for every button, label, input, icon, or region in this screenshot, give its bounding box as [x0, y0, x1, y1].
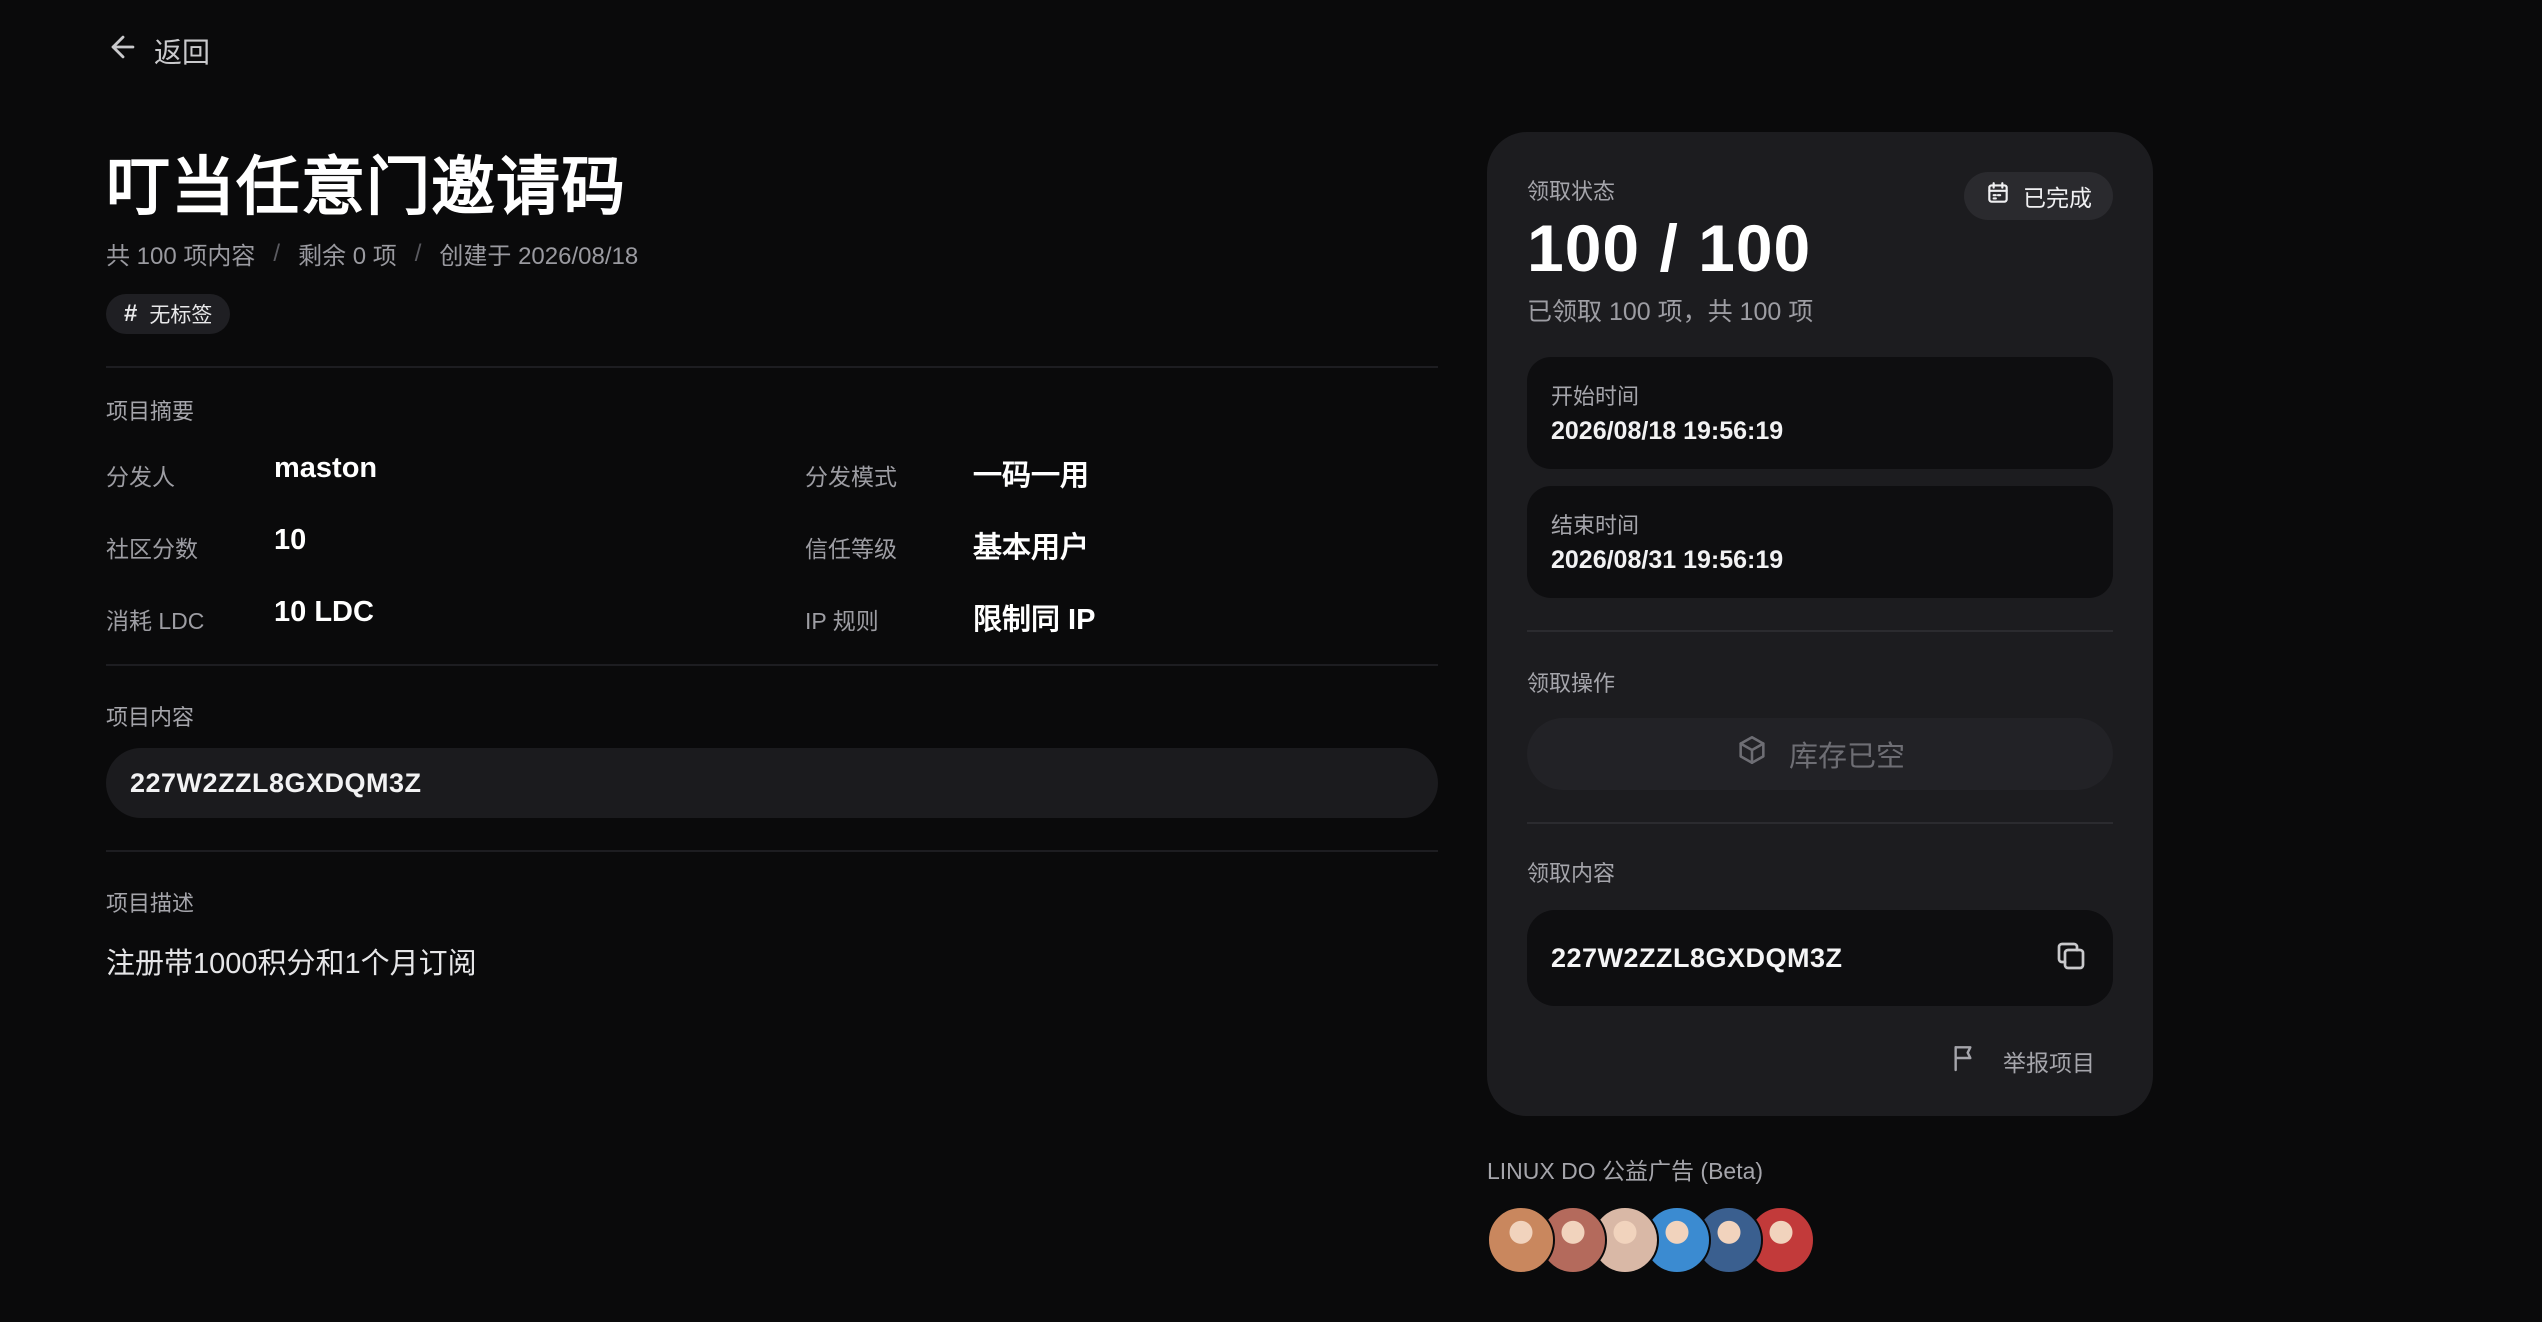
claim-panel: 领取状态 已完成 100 / 100 已领取 100 项，共 100 项 开始时…	[1487, 132, 2153, 1116]
claim-code: 227W2ZZL8GXDQM3Z	[1551, 942, 1843, 973]
summary-label-ip: IP 规则	[805, 608, 879, 634]
summary-label-mode: 分发模式	[805, 464, 897, 490]
arrow-left-icon	[106, 30, 140, 71]
project-content-field[interactable]: 227W2ZZL8GXDQM3Z	[106, 748, 1438, 818]
status-badge: 已完成	[1964, 172, 2113, 220]
end-time-value: 2026/08/31 19:56:19	[1551, 546, 1784, 574]
status-badge-label: 已完成	[2023, 185, 2092, 211]
flag-icon	[1949, 1042, 1981, 1080]
divider	[1527, 822, 2113, 824]
avatar[interactable]	[1487, 1206, 1555, 1274]
out-of-stock-button[interactable]: 库存已空	[1527, 718, 2113, 790]
divider	[1527, 630, 2113, 632]
summary-value-ldc: 10 LDC	[274, 596, 374, 628]
summary-value-distributor: maston	[274, 452, 378, 484]
start-time-value: 2026/08/18 19:56:19	[1551, 417, 1784, 445]
meta-remaining: 剩余 0 项	[298, 243, 397, 270]
meta-separator: /	[414, 239, 422, 267]
start-time-label: 开始时间	[1551, 384, 1640, 409]
action-label: 领取操作	[1527, 671, 1616, 696]
divider	[106, 850, 1438, 852]
divider	[106, 366, 1438, 368]
claim-count-sub: 已领取 100 项，共 100 项	[1527, 298, 1814, 326]
summary-value-score: 10	[274, 524, 307, 556]
summary-value-trust: 基本用户	[973, 532, 1090, 564]
report-button[interactable]: 举报项目	[1949, 1042, 2095, 1080]
project-content-value: 227W2ZZL8GXDQM3Z	[130, 767, 422, 798]
claim-content-label: 领取内容	[1527, 861, 1616, 886]
claim-count: 100 / 100	[1527, 211, 1812, 285]
out-of-stock-label: 库存已空	[1788, 741, 1905, 773]
calendar-icon	[1985, 180, 2011, 212]
description-section-label: 项目描述	[106, 891, 195, 916]
divider	[106, 664, 1438, 666]
end-time-card: 结束时间 2026/08/31 19:56:19	[1527, 486, 2113, 598]
meta-created: 创建于 2026/08/18	[439, 243, 639, 270]
content-section-label: 项目内容	[106, 705, 195, 730]
back-label: 返回	[154, 36, 211, 68]
report-label: 举报项目	[2003, 1050, 2095, 1076]
ad-avatar-group	[1487, 1206, 1815, 1274]
ad-section-label: LINUX DO 公益广告 (Beta)	[1487, 1158, 1764, 1184]
summary-label-distributor: 分发人	[106, 464, 175, 490]
end-time-label: 结束时间	[1551, 513, 1640, 538]
hash-icon: #	[124, 300, 138, 327]
description-text: 注册带1000积分和1个月订阅	[106, 948, 477, 980]
summary-value-ip: 限制同 IP	[973, 604, 1096, 636]
summary-label-score: 社区分数	[106, 536, 198, 562]
page-title: 叮当任意门邀请码	[106, 151, 626, 223]
meta-separator: /	[273, 239, 281, 267]
meta-total: 共 100 项内容	[106, 243, 256, 270]
package-icon	[1735, 733, 1769, 775]
project-meta: 共 100 项内容 / 剩余 0 项 / 创建于 2026/08/18	[106, 236, 638, 271]
copy-icon[interactable]	[2053, 938, 2089, 979]
back-button[interactable]: 返回	[106, 30, 210, 71]
tag-label: 无标签	[149, 304, 213, 327]
claim-code-card: 227W2ZZL8GXDQM3Z	[1527, 910, 2113, 1006]
summary-value-mode: 一码一用	[973, 460, 1090, 492]
tag-badge: # 无标签	[106, 294, 231, 334]
summary-label-ldc: 消耗 LDC	[106, 608, 205, 634]
status-label: 领取状态	[1527, 179, 1616, 204]
summary-section-label: 项目摘要	[106, 399, 195, 424]
summary-label-trust: 信任等级	[805, 536, 897, 562]
start-time-card: 开始时间 2026/08/18 19:56:19	[1527, 357, 2113, 469]
